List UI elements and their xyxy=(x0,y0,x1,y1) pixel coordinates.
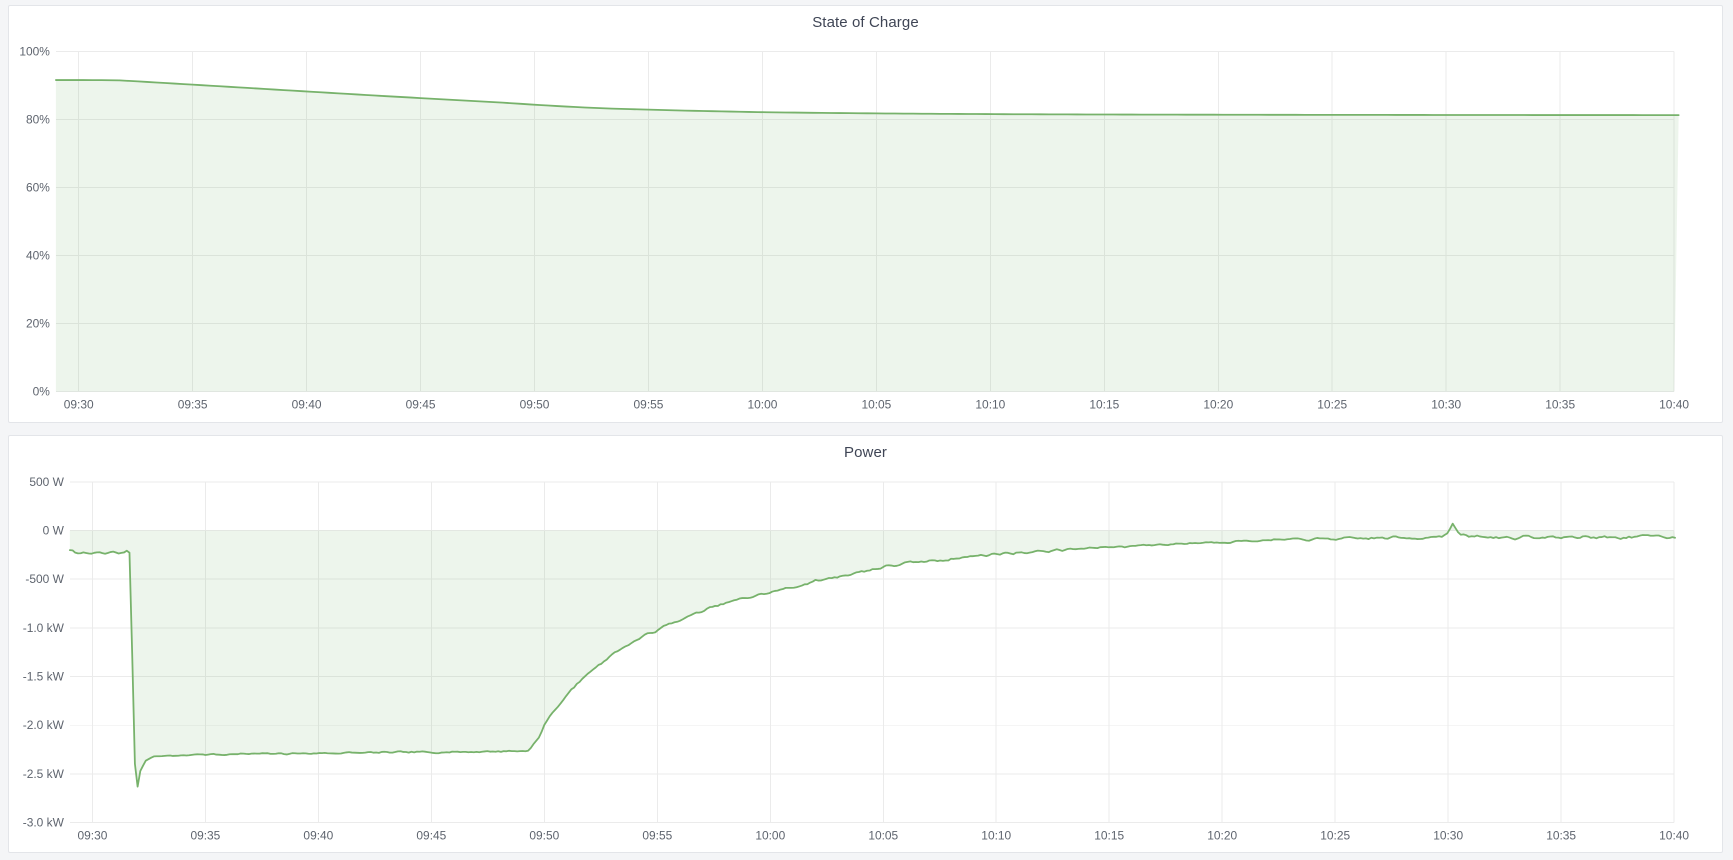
y-tick-label: -1.5 kW xyxy=(23,670,65,684)
power-panel: Power 500 W0 W-500 W-1.0 kW-1.5 kW-2.0 k… xyxy=(8,435,1723,853)
x-tick-label: 10:10 xyxy=(975,398,1005,412)
y-tick-label: -2.0 kW xyxy=(23,718,65,732)
x-tick-label: 10:00 xyxy=(755,829,785,843)
series-area-fill xyxy=(70,524,1675,787)
x-tick-label: 10:40 xyxy=(1659,398,1689,412)
series-area-fill xyxy=(56,80,1679,392)
x-tick-label: 10:05 xyxy=(868,829,898,843)
y-tick-label: -1.0 kW xyxy=(23,621,65,635)
x-tick-label: 10:25 xyxy=(1320,829,1350,843)
y-tick-label: 0 W xyxy=(43,523,65,537)
x-tick-label: 10:30 xyxy=(1431,398,1461,412)
x-tick-label: 09:35 xyxy=(190,829,220,843)
y-tick-label: -500 W xyxy=(25,572,64,586)
x-tick-label: 10:05 xyxy=(861,398,891,412)
x-tick-label: 10:35 xyxy=(1545,398,1575,412)
y-tick-label: 80% xyxy=(26,112,50,126)
state-of-charge-chart[interactable]: 100% 80% 60% 40% 20% 0% 09:30 09:35 09:40 09:45 09… xyxy=(9,6,1722,422)
x-tick-label: 09:30 xyxy=(64,398,94,412)
x-tick-label: 10:20 xyxy=(1203,398,1233,412)
x-tick-label: 09:45 xyxy=(416,829,446,843)
x-tick-label: 10:15 xyxy=(1094,829,1124,843)
x-tick-label: 09:30 xyxy=(77,829,107,843)
state-of-charge-panel: State of Charge 100%80%60%40%20%0%09:300… xyxy=(8,5,1723,423)
x-tick-label: 09:55 xyxy=(642,829,672,843)
power-chart[interactable]: 500 W 0 W -500 W -1.0 kW -1.5 kW -2.0 kW -2.5 … xyxy=(9,436,1722,852)
x-tick-label: 09:55 xyxy=(634,398,664,412)
x-tick-label: 10:10 xyxy=(981,829,1011,843)
x-tick-label: 10:25 xyxy=(1317,398,1347,412)
y-tick-label: 0% xyxy=(33,385,51,399)
y-tick-label: 60% xyxy=(26,181,50,195)
y-tick-label: -2.5 kW xyxy=(23,767,65,781)
y-tick-label: 40% xyxy=(26,249,50,263)
x-tick-label: 10:30 xyxy=(1433,829,1463,843)
x-tick-label: 09:50 xyxy=(520,398,550,412)
x-tick-label: 09:40 xyxy=(292,398,322,412)
y-tick-label: -3.0 kW xyxy=(23,816,65,830)
x-tick-label: 10:40 xyxy=(1659,829,1689,843)
y-tick-label: 100% xyxy=(19,44,50,58)
y-tick-label: 500 W xyxy=(29,475,64,489)
y-tick-label: 20% xyxy=(26,317,50,331)
x-tick-label: 09:45 xyxy=(406,398,436,412)
x-tick-label: 09:35 xyxy=(178,398,208,412)
x-tick-label: 09:50 xyxy=(529,829,559,843)
x-tick-label: 10:35 xyxy=(1546,829,1576,843)
x-tick-label: 10:15 xyxy=(1089,398,1119,412)
x-tick-label: 10:20 xyxy=(1207,829,1237,843)
x-tick-label: 09:40 xyxy=(303,829,333,843)
x-tick-label: 10:00 xyxy=(748,398,778,412)
